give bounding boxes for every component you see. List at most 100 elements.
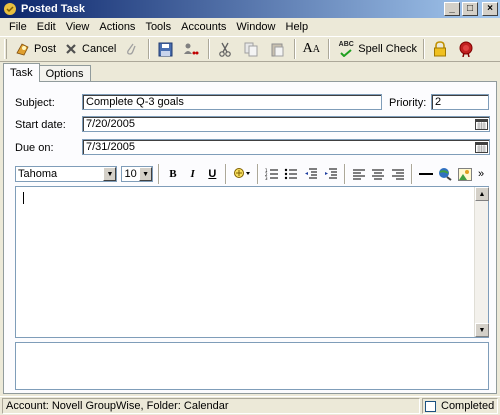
font-size-select[interactable]: 10 ▼ <box>121 166 154 182</box>
close-button[interactable]: × <box>482 2 498 16</box>
completed-label: Completed <box>441 400 495 412</box>
font-size-value: 10 <box>124 168 137 180</box>
save-icon <box>156 40 174 58</box>
spell-check-icon: ABC <box>336 40 356 58</box>
paste-icon <box>268 40 286 58</box>
format-toolbar: Tahoma ▼ 10 ▼ B I U 123 » <box>15 163 487 185</box>
toolbar-grip[interactable] <box>4 39 7 59</box>
body-scrollbar[interactable]: ▲ ▼ <box>474 187 489 337</box>
due-date-calendar-icon[interactable] <box>474 141 488 153</box>
task-body-editor[interactable]: ▲ ▼ <box>15 186 489 338</box>
chevron-down-icon[interactable]: ▼ <box>103 167 117 181</box>
menu-edit[interactable]: Edit <box>32 21 61 33</box>
copy-button[interactable] <box>239 38 265 60</box>
due-date-label: Due on: <box>15 142 54 154</box>
horizontal-line-button[interactable] <box>417 165 435 183</box>
menu-tools[interactable]: Tools <box>140 21 176 33</box>
font-family-select[interactable]: Tahoma ▼ <box>15 166 118 182</box>
spell-icon-text: ABC <box>338 41 354 48</box>
address-book-button[interactable] <box>179 38 205 60</box>
underline-button[interactable]: U <box>204 165 222 183</box>
align-center-icon <box>372 169 385 179</box>
completed-toggle[interactable]: Completed <box>422 398 498 414</box>
insert-image-button[interactable] <box>456 165 474 183</box>
numbered-list-button[interactable]: 123 <box>263 165 281 183</box>
numbered-list-icon: 123 <box>265 168 278 180</box>
toolbar-separator <box>208 39 211 59</box>
align-right-icon <box>392 169 405 179</box>
scissors-icon <box>216 40 234 58</box>
indent-icon <box>324 168 337 179</box>
horizontal-line-icon <box>418 173 433 175</box>
svg-text:3: 3 <box>265 176 268 180</box>
task-panel: Subject: Complete Q-3 goals Priority: 2 … <box>3 81 497 394</box>
scroll-down-icon[interactable]: ▼ <box>475 323 489 337</box>
subject-field[interactable]: Complete Q-3 goals <box>82 94 382 110</box>
cancel-icon <box>62 40 80 58</box>
window-title: Posted Task <box>21 3 85 15</box>
cut-button[interactable] <box>213 38 239 60</box>
maximize-button[interactable]: □ <box>462 2 478 16</box>
attach-button[interactable] <box>119 38 145 60</box>
minimize-button[interactable]: _ <box>444 2 460 16</box>
decrease-indent-button[interactable] <box>302 165 320 183</box>
menu-help[interactable]: Help <box>281 21 314 33</box>
status-text: Account: Novell GroupWise, Folder: Calen… <box>2 398 420 414</box>
address-book-icon <box>182 40 200 58</box>
sign-button[interactable] <box>454 38 480 60</box>
spell-check-button[interactable]: ABC Spell Check <box>333 38 420 60</box>
security-button[interactable] <box>428 38 454 60</box>
paperclip-icon <box>122 40 140 58</box>
highlight-icon <box>234 168 251 178</box>
align-center-button[interactable] <box>369 165 387 183</box>
italic-button[interactable]: I <box>184 165 202 183</box>
spell-check-label: Spell Check <box>358 43 417 55</box>
title-bar: Posted Task _ □ × <box>0 0 500 18</box>
align-left-button[interactable] <box>350 165 368 183</box>
bulleted-list-icon <box>285 168 298 180</box>
completed-checkbox[interactable] <box>425 400 436 412</box>
menu-actions[interactable]: Actions <box>94 21 140 33</box>
format-separator <box>410 164 413 184</box>
bold-button[interactable]: B <box>164 165 182 183</box>
cancel-button[interactable]: Cancel <box>59 38 119 60</box>
tab-strip: Task Options <box>3 63 91 82</box>
insert-link-button[interactable] <box>437 165 455 183</box>
toolbar-separator <box>294 39 297 59</box>
menu-view[interactable]: View <box>61 21 95 33</box>
paste-button[interactable] <box>265 38 291 60</box>
format-separator <box>158 164 161 184</box>
font-button[interactable]: AA <box>299 38 325 60</box>
wax-seal-icon <box>457 40 475 58</box>
menu-file[interactable]: File <box>4 21 32 33</box>
outdent-icon <box>305 168 318 179</box>
post-button[interactable]: Post <box>11 38 59 60</box>
image-icon <box>458 167 473 181</box>
align-right-button[interactable] <box>389 165 407 183</box>
increase-indent-button[interactable] <box>322 165 340 183</box>
status-bar: Account: Novell GroupWise, Folder: Calen… <box>0 396 500 415</box>
format-separator <box>343 164 346 184</box>
start-date-field[interactable]: 7/20/2005 <box>82 116 490 132</box>
menu-window[interactable]: Window <box>231 21 280 33</box>
highlight-color-button[interactable] <box>231 165 253 183</box>
task-app-icon <box>3 2 17 16</box>
scroll-up-icon[interactable]: ▲ <box>475 187 489 201</box>
start-date-calendar-icon[interactable] <box>474 118 488 130</box>
toolbar-overflow-button[interactable]: » <box>476 165 486 183</box>
tab-task[interactable]: Task <box>3 63 40 82</box>
tab-options[interactable]: Options <box>38 65 91 82</box>
chevron-down-icon[interactable]: ▼ <box>139 167 153 181</box>
due-date-value: 7/31/2005 <box>86 141 135 153</box>
font-icon-glyph: A <box>302 41 313 56</box>
due-date-field[interactable]: 7/31/2005 <box>82 139 490 155</box>
attachment-area[interactable] <box>15 342 489 390</box>
priority-label: Priority: <box>389 97 427 109</box>
menu-accounts[interactable]: Accounts <box>176 21 231 33</box>
priority-field[interactable]: 2 <box>431 94 489 110</box>
cancel-label: Cancel <box>82 43 117 55</box>
bulleted-list-button[interactable] <box>283 165 301 183</box>
text-caret <box>23 192 24 204</box>
save-button[interactable] <box>153 38 179 60</box>
lock-icon <box>431 40 449 58</box>
